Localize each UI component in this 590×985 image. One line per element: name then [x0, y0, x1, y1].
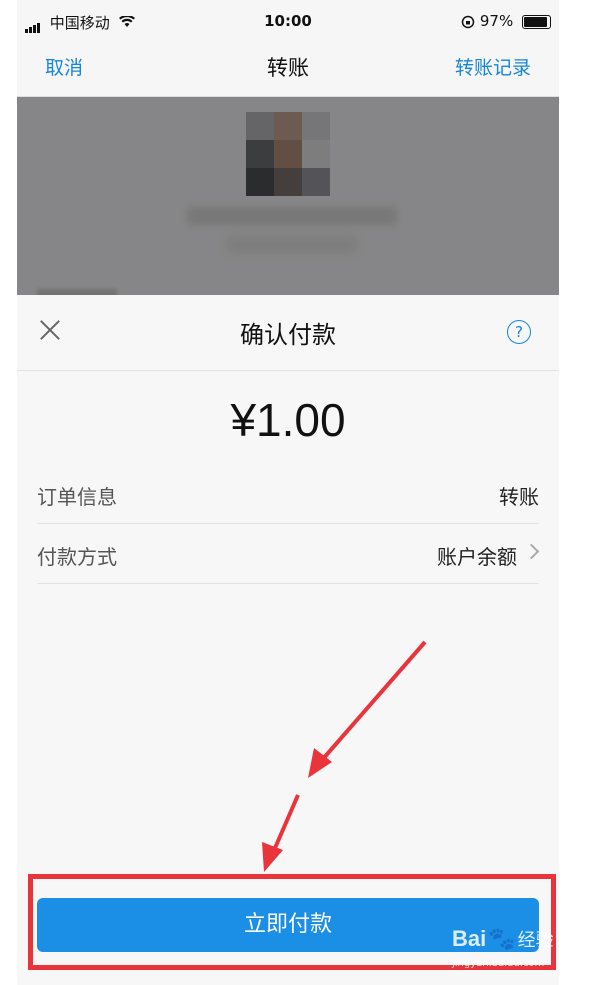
payment-method-label: 付款方式 — [37, 545, 117, 569]
chevron-right-icon — [523, 543, 540, 560]
watermark-brand: Bai — [452, 926, 487, 951]
watermark-brand-suffix: 经验 — [517, 930, 554, 950]
watermark-url: jingyan.baidu.com — [452, 958, 545, 969]
help-icon[interactable]: ? — [507, 320, 531, 344]
battery-icon — [522, 14, 551, 29]
status-right: 97% — [461, 12, 551, 30]
order-info-value: 转账 — [499, 485, 539, 509]
order-info-label: 订单信息 — [37, 485, 117, 509]
payment-method-value: 账户余额 — [437, 545, 517, 569]
annotation-highlight-box — [28, 874, 556, 970]
divider — [17, 370, 559, 371]
payment-method-row[interactable]: 付款方式 账户余额 — [37, 525, 540, 584]
transfer-records-link[interactable]: 转账记录 — [455, 53, 531, 80]
status-bar: 中国移动 10:00 97% — [17, 0, 559, 44]
order-info-row: 订单信息 转账 — [37, 465, 539, 524]
watermark-logo: Bai🐾 经验 — [452, 926, 554, 951]
battery-percent: 97% — [479, 12, 514, 30]
phone-screen: 中国移动 10:00 97% 取消 转账 转账记录 确认付款 ? ¥1.00 订… — [17, 0, 559, 985]
navigation-bar: 取消 转账 转账记录 — [17, 44, 559, 97]
sheet-title: 确认付款 — [240, 321, 336, 349]
lock-rotation-icon — [461, 12, 480, 30]
payment-amount: ¥1.00 — [230, 394, 346, 446]
